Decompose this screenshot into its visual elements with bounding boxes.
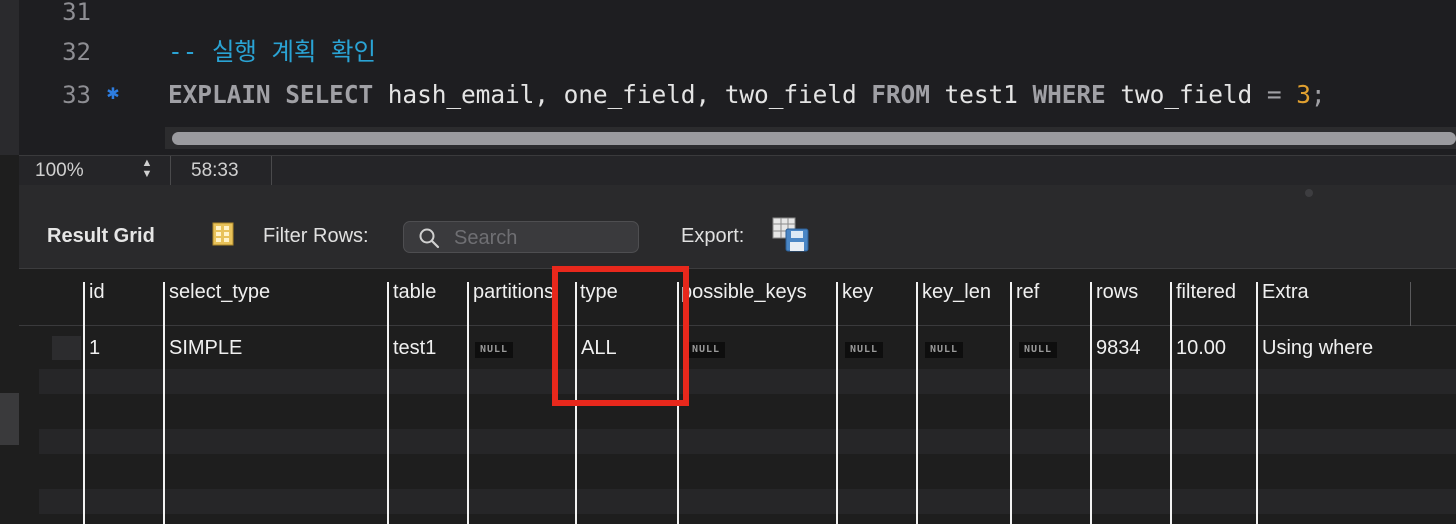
column-divider[interactable] xyxy=(1090,282,1092,524)
code-line-32[interactable]: 32 -- 실행 계획 확인 xyxy=(0,32,1456,72)
horizontal-scrollbar-thumb[interactable] xyxy=(172,132,1456,145)
column-header-key-len[interactable]: key_len xyxy=(922,281,1012,304)
column-divider[interactable] xyxy=(83,282,85,524)
cell-possible-keys-null[interactable]: NULL xyxy=(687,342,726,358)
operator: = xyxy=(1266,80,1282,109)
zoom-level[interactable]: 100% xyxy=(35,160,84,182)
cursor-position: 58:33 xyxy=(191,160,239,181)
cell-key-len-null[interactable]: NULL xyxy=(925,342,964,358)
where-field: two_field xyxy=(1120,80,1253,109)
keyword-from: FROM xyxy=(871,80,930,109)
column-divider[interactable] xyxy=(1010,282,1012,524)
result-toolbar: Result Grid Filter Rows: Export: xyxy=(19,185,1456,268)
resize-handle[interactable] xyxy=(1305,189,1313,197)
keyword-select: SELECT xyxy=(285,80,374,109)
column-header-possible-keys[interactable]: possible_keys xyxy=(681,281,834,304)
column-header-filtered[interactable]: filtered xyxy=(1176,281,1258,304)
cell-ref-null[interactable]: NULL xyxy=(1019,342,1058,358)
result-grid[interactable]: id select_type table partitions type pos… xyxy=(19,266,1456,524)
export-save-icon[interactable] xyxy=(772,217,810,253)
sql-editor[interactable]: 31 32 -- 실행 계획 확인 33 ✱ EXPLAIN SELECT ha… xyxy=(0,0,1456,155)
editor-status-bar: 100% ▲ ▼ 58:33 xyxy=(19,155,1456,186)
line-number: 32 xyxy=(62,38,91,66)
table-name: test1 xyxy=(944,80,1018,109)
sql-comment: -- 실행 계획 확인 xyxy=(168,37,376,66)
cell-select-type[interactable]: SIMPLE xyxy=(169,337,242,360)
statement-marker-icon[interactable]: ✱ xyxy=(106,87,120,103)
cell-partitions-null[interactable]: NULL xyxy=(475,342,514,358)
cell-rows[interactable]: 9834 xyxy=(1096,337,1141,360)
column-divider[interactable] xyxy=(916,282,918,524)
filter-search-box[interactable] xyxy=(403,221,639,253)
grid-view-icon[interactable] xyxy=(212,222,234,246)
cell-filtered[interactable]: 10.00 xyxy=(1176,337,1226,360)
cell-extra[interactable]: Using where xyxy=(1262,337,1373,360)
column-divider[interactable] xyxy=(387,282,389,524)
column-divider[interactable] xyxy=(163,282,165,524)
type-column-highlight-box xyxy=(552,266,689,406)
divider xyxy=(271,156,272,186)
column-list: hash_email, one_field, two_field xyxy=(387,80,857,109)
cell-id[interactable]: 1 xyxy=(89,337,100,360)
semicolon: ; xyxy=(1310,80,1326,109)
column-header-select-type[interactable]: select_type xyxy=(169,281,387,304)
cell-key-null[interactable]: NULL xyxy=(845,342,884,358)
result-grid-label[interactable]: Result Grid xyxy=(47,225,155,248)
filter-rows-label: Filter Rows: xyxy=(263,225,369,247)
search-input[interactable] xyxy=(454,225,630,251)
keyword-where: WHERE xyxy=(1032,80,1106,109)
column-divider[interactable] xyxy=(836,282,838,524)
search-icon xyxy=(419,228,440,249)
column-divider[interactable] xyxy=(1170,282,1172,524)
column-header-ref[interactable]: ref xyxy=(1016,281,1090,304)
cell-table[interactable]: test1 xyxy=(393,337,436,360)
line-number: 33 xyxy=(62,81,91,109)
keyword-explain: EXPLAIN xyxy=(168,80,271,109)
row-selector[interactable] xyxy=(52,336,81,360)
number-literal: 3 xyxy=(1296,80,1311,109)
export-label: Export: xyxy=(681,225,745,247)
empty-row xyxy=(39,489,1456,514)
left-panel-edge xyxy=(0,393,19,445)
column-header-extra[interactable]: Extra xyxy=(1262,281,1412,304)
column-divider[interactable] xyxy=(1256,282,1258,524)
header-divider xyxy=(19,325,1456,326)
column-divider[interactable] xyxy=(1410,282,1411,326)
code-line-31: 31 xyxy=(0,0,1456,32)
column-header-table[interactable]: table xyxy=(393,281,467,304)
column-divider[interactable] xyxy=(467,282,469,524)
zoom-stepper-icon[interactable]: ▲ ▼ xyxy=(137,158,157,184)
column-header-id[interactable]: id xyxy=(89,281,163,304)
line-number: 31 xyxy=(62,0,91,26)
divider xyxy=(170,156,171,186)
column-header-key[interactable]: key xyxy=(842,281,914,304)
empty-row xyxy=(39,369,1456,394)
column-header-rows[interactable]: rows xyxy=(1096,281,1170,304)
sql-statement: EXPLAIN SELECT hash_email, one_field, tw… xyxy=(168,75,1326,115)
empty-row xyxy=(39,429,1456,454)
code-line-33[interactable]: 33 ✱ EXPLAIN SELECT hash_email, one_fiel… xyxy=(0,75,1456,115)
